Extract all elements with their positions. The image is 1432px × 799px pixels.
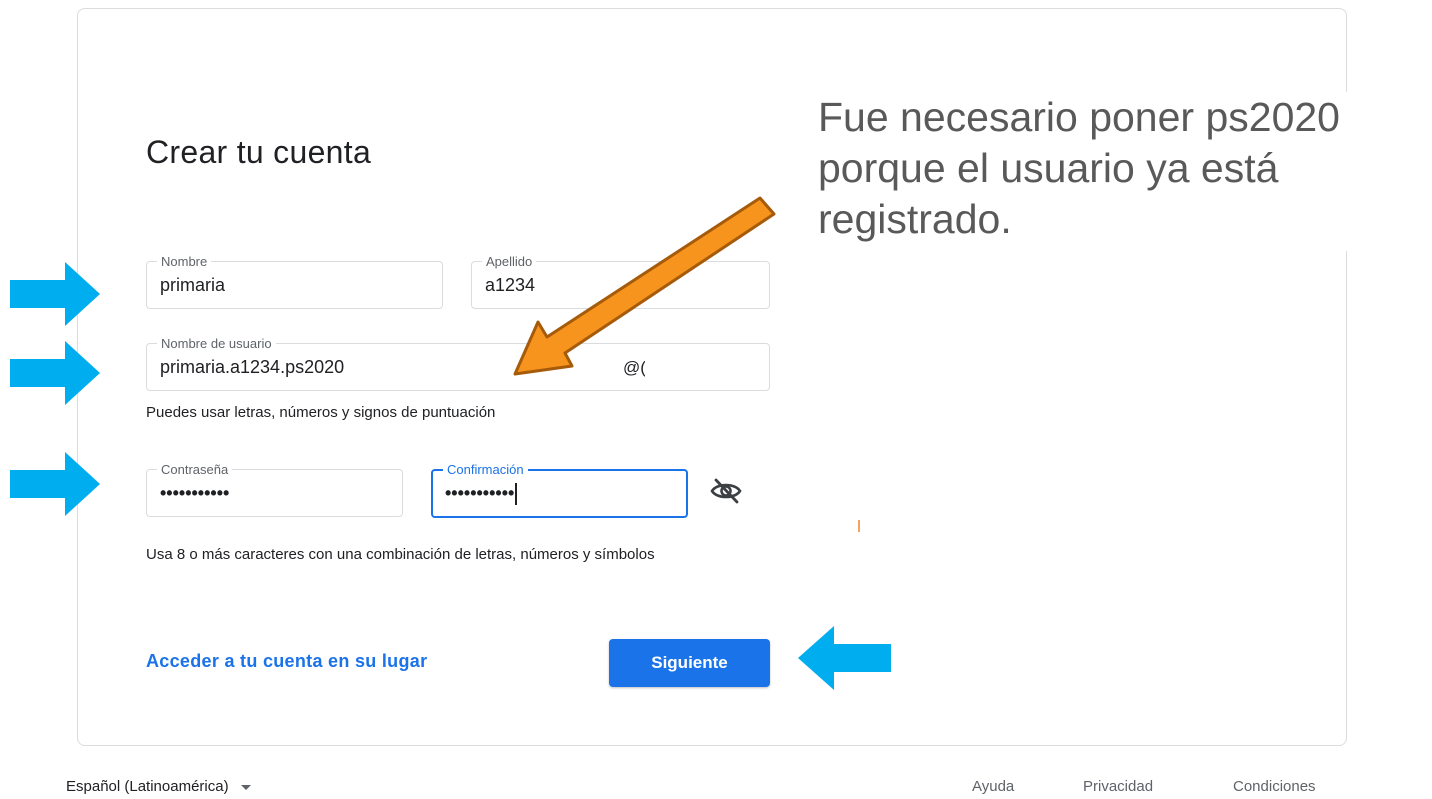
eye-off-icon[interactable] bbox=[708, 476, 744, 506]
password-helper-text: Usa 8 o más caracteres con una combinaci… bbox=[146, 546, 655, 563]
confirm-password-value: ••••••••••• bbox=[445, 483, 515, 503]
caret-down-icon bbox=[240, 784, 251, 790]
signin-instead-link[interactable]: Acceder a tu cuenta en su lugar bbox=[146, 651, 427, 672]
username-value: primaria.a1234.ps2020 bbox=[160, 357, 345, 377]
language-label: Español (Latinoamérica) bbox=[66, 778, 229, 795]
password-value: ••••••••••• bbox=[160, 483, 230, 503]
page-title: Crear tu cuenta bbox=[146, 134, 372, 170]
footer-link-terms[interactable]: Condiciones bbox=[1233, 778, 1316, 795]
annotation-arrow-diagonal bbox=[513, 196, 776, 376]
username-label: Nombre de usuario bbox=[157, 336, 276, 351]
confirm-password-label: Confirmación bbox=[443, 462, 528, 477]
language-selector[interactable]: Español (Latinoamérica) bbox=[66, 778, 251, 795]
next-button[interactable]: Siguiente bbox=[609, 639, 770, 687]
password-field[interactable]: Contraseña ••••••••••• bbox=[146, 462, 403, 517]
username-helper-text: Puedes usar letras, números y signos de … bbox=[146, 404, 496, 421]
footer-link-privacy[interactable]: Privacidad bbox=[1083, 778, 1153, 795]
annotation-tick bbox=[858, 520, 860, 532]
annotation-arrow-right-1 bbox=[10, 262, 100, 326]
confirm-password-value-wrap: ••••••••••• bbox=[445, 482, 517, 506]
annotation-arrow-right-3 bbox=[10, 452, 100, 516]
first-name-field[interactable]: Nombre primaria bbox=[146, 254, 443, 309]
password-label: Contraseña bbox=[157, 462, 233, 477]
confirm-password-field[interactable]: Confirmación ••••••••••• bbox=[431, 462, 688, 518]
first-name-value: primaria bbox=[160, 275, 226, 295]
first-name-label: Nombre bbox=[157, 254, 212, 269]
annotation-arrow-left bbox=[798, 626, 891, 690]
footer-link-help[interactable]: Ayuda bbox=[972, 778, 1014, 795]
text-caret bbox=[515, 483, 517, 506]
annotation-note: Fue necesario poner ps2020 porque el usu… bbox=[818, 92, 1432, 251]
annotation-arrow-right-2 bbox=[10, 341, 100, 405]
